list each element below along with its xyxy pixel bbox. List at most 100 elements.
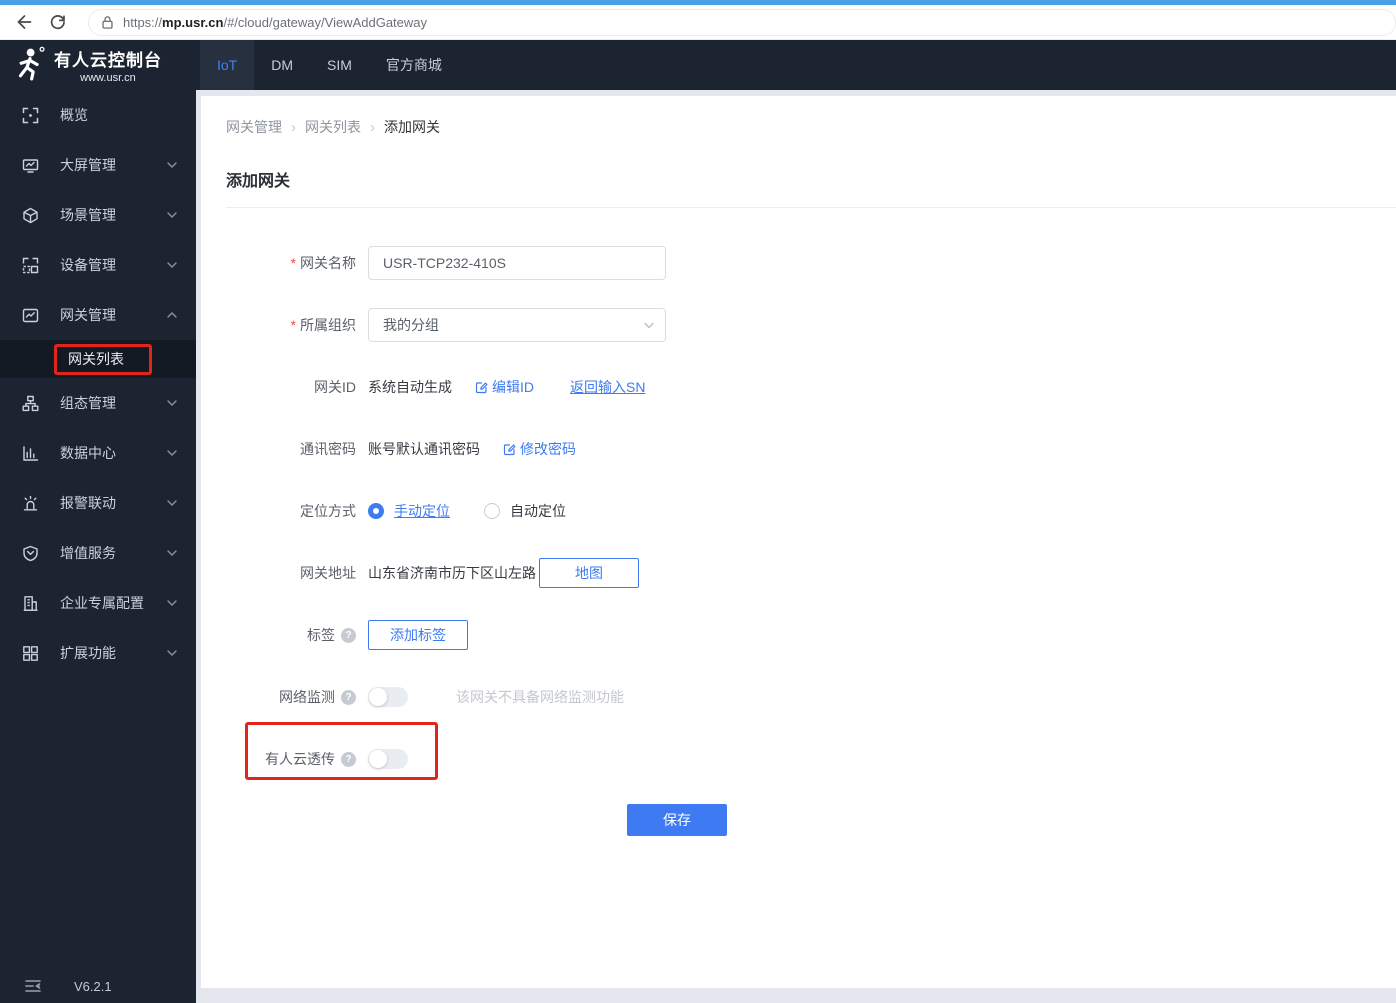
location-mode-label: 定位方式: [300, 503, 356, 519]
gateway-name-label: * 网关名称: [290, 255, 356, 271]
main-content: 网关管理 › 网关列表 › 添加网关 添加网关 * 网关名称 * 所属组织: [196, 90, 1396, 1003]
manual-location-radio[interactable]: [368, 503, 384, 519]
alarm-icon: [23, 495, 38, 510]
tab-shop[interactable]: 官方商城: [369, 40, 459, 90]
scene-icon: [23, 207, 38, 223]
app-header: 有人云控制台 www.usr.cn IoT DM SIM 官方商城: [0, 40, 1396, 90]
sidebar-item-bigscreen[interactable]: 大屏管理: [0, 140, 196, 190]
sidebar-item-configuration[interactable]: 组态管理: [0, 378, 196, 428]
title-divider: [226, 207, 1396, 208]
sidebar-item-device[interactable]: 设备管理: [0, 240, 196, 290]
breadcrumb-separator: ›: [370, 118, 375, 136]
extensions-icon: [23, 645, 38, 661]
url-bar[interactable]: https://mp.usr.cn/#/cloud/gateway/ViewAd…: [88, 8, 1396, 36]
toggle-knob: [369, 750, 387, 768]
tab-dm[interactable]: DM: [254, 40, 310, 90]
cloud-passthrough-label: 有人云透传 ?: [226, 749, 368, 769]
chevron-down-icon: [167, 212, 177, 218]
sidebar-item-enterprise[interactable]: 企业专属配置: [0, 578, 196, 628]
gateway-id-label: 网关ID: [314, 379, 356, 395]
logo-title: 有人云控制台: [54, 51, 162, 70]
add-gateway-form: * 网关名称 * 所属组织 我的分组 网关ID 系统自动生成: [226, 246, 1396, 836]
map-button[interactable]: 地图: [539, 558, 639, 588]
change-password-link[interactable]: 修改密码: [502, 439, 576, 459]
sidebar: 概览 大屏管理 场景管理 设备管理 网关管理 网关列表 组态管理 数据中心 报警…: [0, 90, 196, 1003]
auto-location-radio[interactable]: [484, 503, 500, 519]
chevron-down-icon: [167, 550, 177, 556]
content-card: 网关管理 › 网关列表 › 添加网关 添加网关 * 网关名称 * 所属组织: [201, 96, 1396, 988]
comm-password-value: 账号默认通讯密码: [368, 441, 480, 457]
sidebar-item-label: 大屏管理: [60, 157, 116, 173]
sidebar-item-label: 增值服务: [60, 545, 116, 561]
edit-id-link[interactable]: 编辑ID: [474, 377, 534, 397]
datacenter-icon: [23, 445, 39, 461]
sidebar-item-label: 设备管理: [60, 257, 116, 273]
url-text: https://mp.usr.cn/#/cloud/gateway/ViewAd…: [123, 14, 428, 30]
tab-iot[interactable]: IoT: [200, 40, 255, 90]
value-added-service-icon: [23, 545, 38, 561]
sidebar-subitem-gateway-list[interactable]: 网关列表: [0, 340, 196, 378]
organization-selected-value: 我的分组: [383, 317, 439, 333]
bigscreen-icon: [22, 158, 39, 173]
chevron-down-icon: [167, 262, 177, 268]
toggle-knob: [369, 688, 387, 706]
chevron-down-icon: [644, 322, 654, 329]
overview-icon: [22, 107, 39, 123]
sidebar-item-vas[interactable]: 增值服务: [0, 528, 196, 578]
edit-icon: [475, 382, 488, 394]
gateway-address-value: 山东省济南市历下区山左路: [368, 565, 536, 581]
refresh-icon[interactable]: [48, 12, 68, 32]
sidebar-item-datacenter[interactable]: 数据中心: [0, 428, 196, 478]
sidebar-item-alarm[interactable]: 报警联动: [0, 478, 196, 528]
sidebar-item-label: 扩展功能: [60, 645, 116, 661]
sidebar-item-overview[interactable]: 概览: [0, 90, 196, 140]
sidebar-item-extensions[interactable]: 扩展功能: [0, 628, 196, 678]
back-to-sn-link[interactable]: 返回输入SN: [570, 377, 645, 397]
collapse-sidebar-icon[interactable]: [24, 978, 42, 994]
configuration-icon: [22, 395, 39, 411]
network-monitor-label: 网络监测 ?: [226, 687, 368, 707]
page-title: 添加网关: [226, 173, 291, 190]
usr-logo-icon: [18, 46, 45, 81]
organization-label: * 所属组织: [290, 317, 356, 333]
sidebar-item-label: 场景管理: [60, 207, 116, 223]
version-label: V6.2.1: [74, 978, 112, 994]
sidebar-item-scene[interactable]: 场景管理: [0, 190, 196, 240]
help-icon[interactable]: ?: [341, 689, 356, 705]
logo[interactable]: 有人云控制台 www.usr.cn: [0, 40, 196, 90]
sidebar-subitem-label: 网关列表: [68, 351, 124, 367]
chevron-down-icon: [167, 600, 177, 606]
add-tag-button[interactable]: 添加标签: [368, 620, 468, 650]
comm-password-label: 通讯密码: [300, 441, 356, 457]
sidebar-item-label: 报警联动: [60, 495, 116, 511]
chevron-down-icon: [167, 500, 177, 506]
cloud-passthrough-toggle[interactable]: [368, 749, 408, 769]
network-monitor-hint: 该网关不具备网络监测功能: [456, 689, 624, 705]
enterprise-icon: [23, 595, 38, 611]
lock-icon: [102, 15, 113, 29]
save-button[interactable]: 保存: [627, 804, 727, 836]
required-marker: *: [290, 317, 296, 333]
network-monitor-toggle[interactable]: [368, 687, 408, 707]
organization-select[interactable]: 我的分组: [368, 308, 666, 342]
sidebar-item-label: 数据中心: [60, 445, 116, 461]
back-icon[interactable]: [14, 12, 34, 32]
help-icon[interactable]: ?: [341, 751, 356, 767]
browser-chrome: https://mp.usr.cn/#/cloud/gateway/ViewAd…: [0, 0, 1396, 40]
sidebar-item-label: 企业专属配置: [60, 595, 144, 611]
manual-location-option[interactable]: 手动定位: [394, 501, 450, 521]
breadcrumb-gateway-management[interactable]: 网关管理: [226, 117, 282, 137]
sidebar-footer: V6.2.1: [0, 969, 196, 1003]
sidebar-item-label: 组态管理: [60, 395, 116, 411]
tab-sim[interactable]: SIM: [310, 40, 369, 90]
device-icon: [22, 257, 39, 273]
breadcrumb: 网关管理 › 网关列表 › 添加网关: [226, 117, 1396, 137]
gateway-id-value: 系统自动生成: [368, 379, 452, 395]
breadcrumb-gateway-list[interactable]: 网关列表: [305, 117, 361, 137]
auto-location-option[interactable]: 自动定位: [510, 501, 566, 521]
sidebar-item-gateway[interactable]: 网关管理: [0, 290, 196, 340]
help-icon[interactable]: ?: [341, 627, 356, 643]
sidebar-item-label: 网关管理: [60, 307, 116, 323]
chevron-down-icon: [167, 650, 177, 656]
gateway-name-input[interactable]: [368, 246, 666, 280]
